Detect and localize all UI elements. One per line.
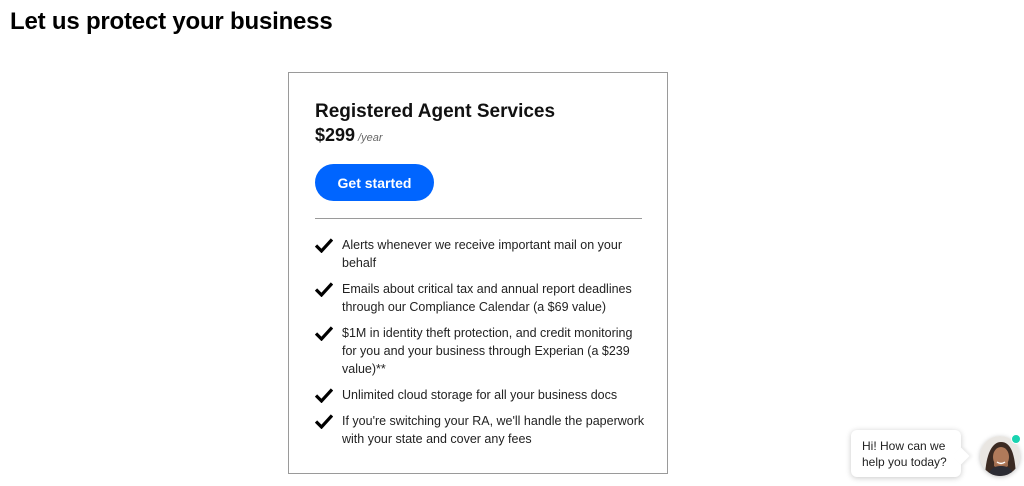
pricing-card: Registered Agent Services $299 /year Get… — [288, 72, 668, 474]
checkmark-icon — [315, 388, 333, 403]
price-row: $299 /year — [315, 125, 383, 146]
online-status-indicator — [1011, 434, 1021, 444]
checkmark-icon — [315, 282, 333, 297]
feature-item: If you're switching your RA, we'll handl… — [315, 412, 645, 448]
feature-text: Unlimited cloud storage for all your bus… — [342, 388, 618, 402]
get-started-button[interactable]: Get started — [315, 164, 434, 201]
divider — [315, 218, 642, 219]
feature-text: $1M in identity theft protection, and cr… — [342, 326, 633, 376]
price-unit: /year — [358, 132, 383, 144]
feature-text: Alerts whenever we receive important mai… — [342, 238, 622, 270]
page-heading: Let us protect your business — [10, 8, 333, 35]
checkmark-icon — [315, 238, 333, 253]
feature-list: Alerts whenever we receive important mai… — [315, 236, 645, 456]
feature-item: Unlimited cloud storage for all your bus… — [315, 386, 645, 404]
price: $299 — [315, 125, 356, 145]
checkmark-icon — [315, 414, 333, 429]
checkmark-icon — [315, 326, 333, 341]
feature-item: $1M in identity theft protection, and cr… — [315, 324, 645, 378]
feature-text: If you're switching your RA, we'll handl… — [342, 414, 645, 446]
feature-text: Emails about critical tax and annual rep… — [342, 282, 632, 314]
feature-item: Alerts whenever we receive important mai… — [315, 236, 645, 272]
chat-prompt-bubble[interactable]: Hi! How can we help you today? — [851, 430, 961, 477]
feature-item: Emails about critical tax and annual rep… — [315, 280, 645, 316]
card-title: Registered Agent Services — [315, 101, 556, 122]
